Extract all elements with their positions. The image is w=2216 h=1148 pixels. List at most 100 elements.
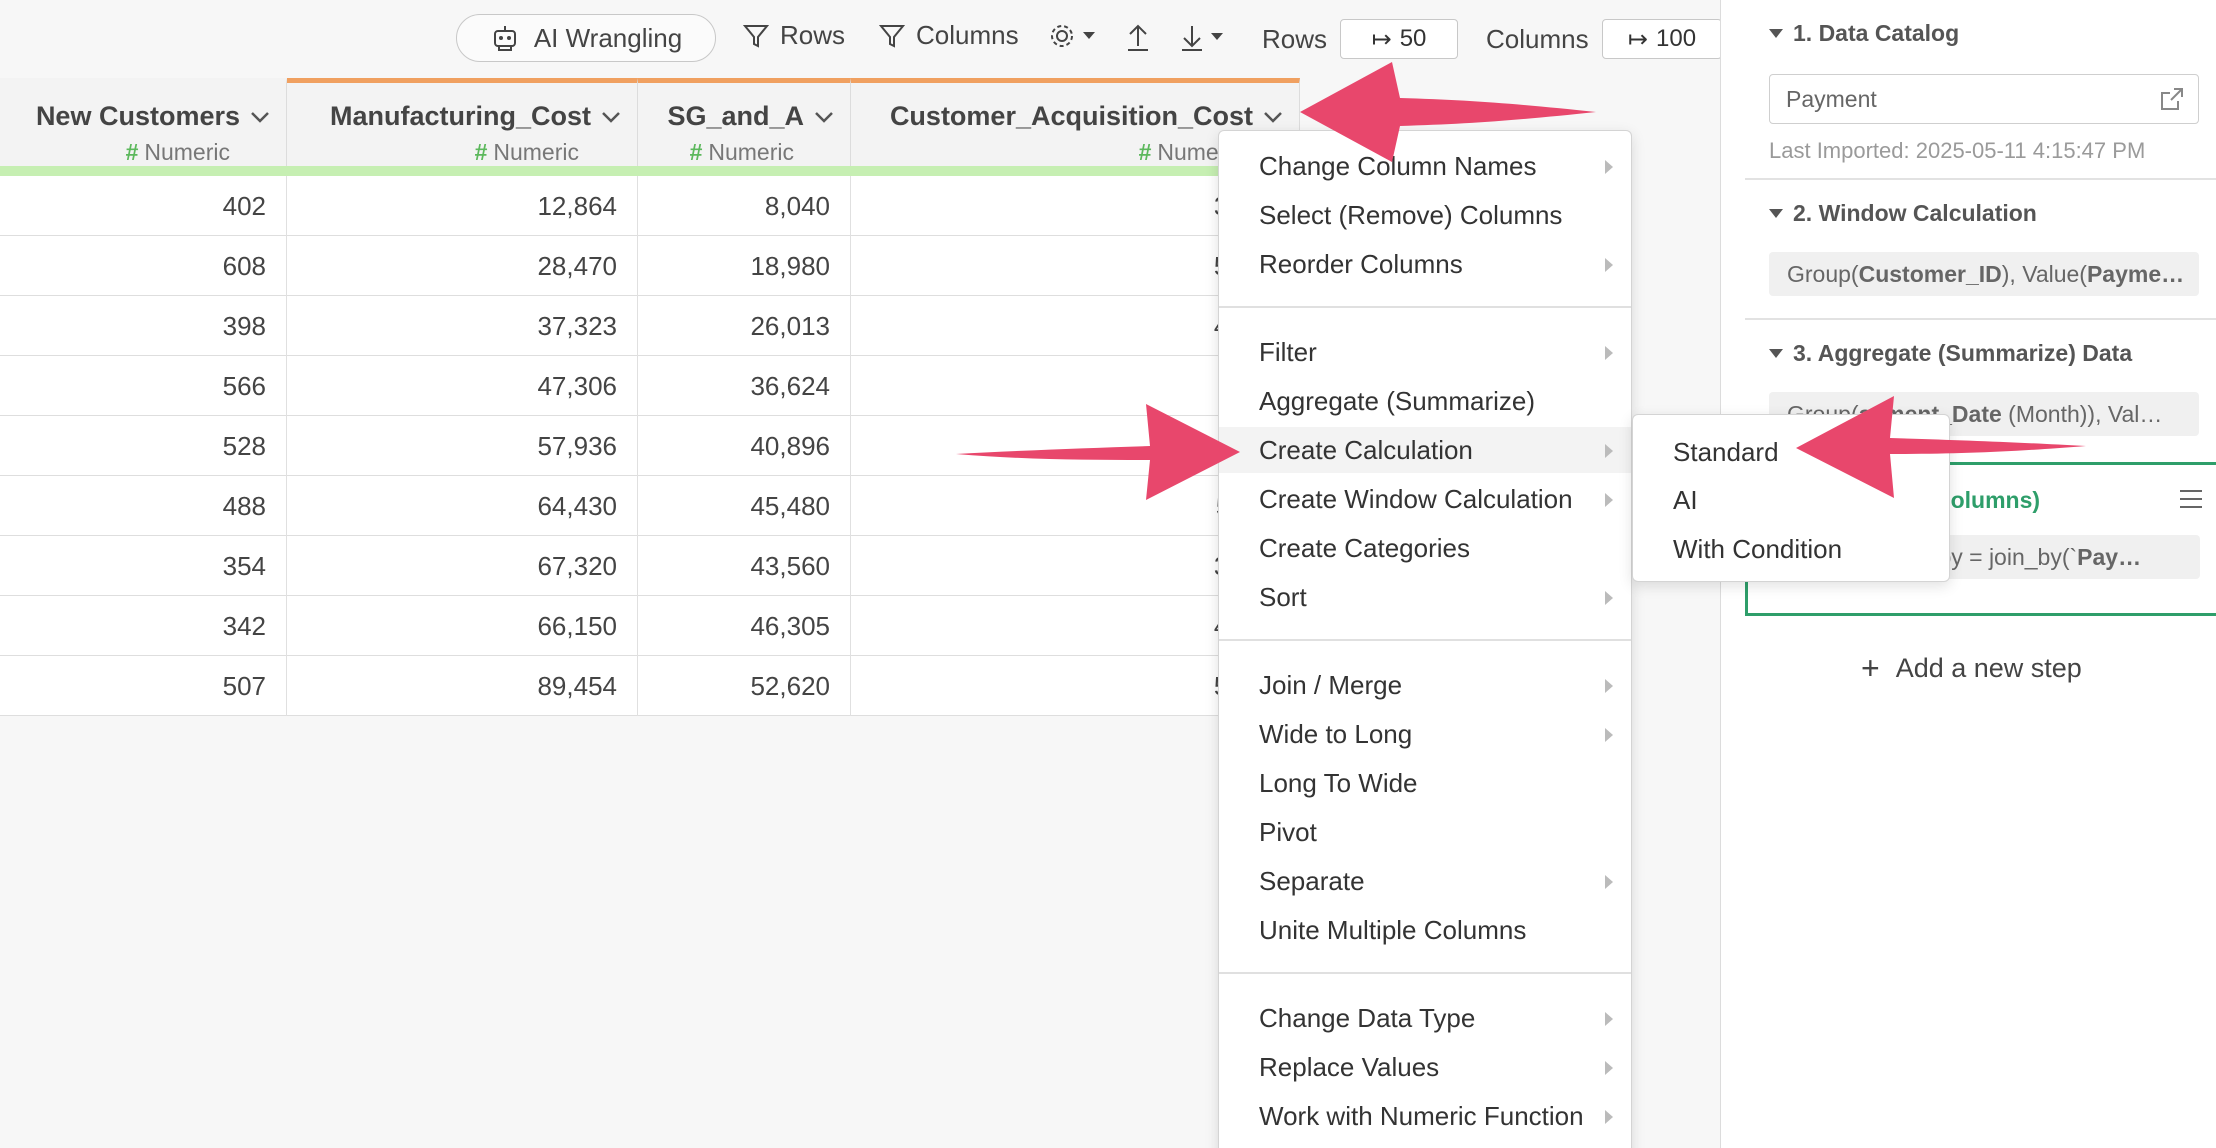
table-cell[interactable]: 52,620: [638, 656, 851, 716]
menu-item-wide-to-long[interactable]: Wide to Long: [1219, 711, 1631, 757]
gear-icon: [1051, 25, 1073, 47]
columns-filter-button[interactable]: Columns: [878, 20, 1019, 51]
table-cell[interactable]: 354: [0, 536, 287, 596]
table-cell[interactable]: 45,480: [638, 476, 851, 536]
column-header[interactable]: Manufacturing_Cost # Numeric: [287, 78, 638, 176]
step-3-title[interactable]: 3. Aggregate (Summarize) Data: [1769, 340, 2132, 367]
menu-item-work-with-numeric-function[interactable]: Work with Numeric Function: [1219, 1093, 1631, 1139]
menu-item-pivot[interactable]: Pivot: [1219, 809, 1631, 855]
menu-item-create-window-calculation[interactable]: Create Window Calculation: [1219, 476, 1631, 522]
menu-item-reorder-columns[interactable]: Reorder Columns: [1219, 241, 1631, 287]
menu-item-create-calculation[interactable]: Create Calculation: [1219, 427, 1631, 473]
menu-item-label: Separate: [1259, 866, 1365, 896]
table-row: 34266,15046,305400,9: [0, 596, 1300, 656]
table-cell[interactable]: 37,323: [287, 296, 638, 356]
table-cell[interactable]: 342: [0, 596, 287, 656]
menu-item-label: Create Categories: [1259, 533, 1470, 563]
table-cell[interactable]: 12,864: [287, 176, 638, 236]
table-cell[interactable]: 36,624: [638, 356, 851, 416]
chevron-down-icon[interactable]: [1261, 105, 1285, 129]
import-dropdown-button[interactable]: [1180, 22, 1224, 52]
menu-item-label: Change Data Type: [1259, 1003, 1476, 1033]
step-2-title[interactable]: 2. Window Calculation: [1769, 200, 2037, 227]
table-cell[interactable]: 398: [0, 296, 287, 356]
table-cell[interactable]: 8,040: [638, 176, 851, 236]
submenu-arrow-icon: [1605, 679, 1613, 693]
hash-icon: #: [125, 139, 139, 165]
chevron-down-icon[interactable]: [599, 105, 623, 129]
chevron-down-icon[interactable]: [248, 105, 272, 129]
menu-item-filter[interactable]: Filter: [1219, 329, 1631, 375]
menu-item-create-categories[interactable]: Create Categories: [1219, 525, 1631, 571]
arrow-right-bar-icon: ↦: [1627, 25, 1649, 53]
menu-item-label: Create Window Calculation: [1259, 484, 1573, 514]
menu-item-join-merge[interactable]: Join / Merge: [1219, 662, 1631, 708]
menu-item-label: Change Column Names: [1259, 151, 1537, 181]
table-cell[interactable]: 47,306: [287, 356, 638, 416]
menu-item-aggregate-summarize[interactable]: Aggregate (Summarize): [1219, 378, 1631, 424]
collapse-triangle-icon[interactable]: [1769, 29, 1783, 38]
menu-item-sort[interactable]: Sort: [1219, 574, 1631, 620]
menu-item-long-to-wide[interactable]: Long To Wide: [1219, 760, 1631, 806]
table-cell[interactable]: 26,013: [638, 296, 851, 356]
data-catalog-input[interactable]: Payment: [1769, 74, 2199, 124]
table-cell[interactable]: 28,470: [287, 236, 638, 296]
table-cell[interactable]: 608: [0, 236, 287, 296]
column-type-label: Numeric: [144, 139, 230, 165]
external-link-icon[interactable]: [2158, 85, 2186, 113]
submenu-arrow-icon: [1605, 1061, 1613, 1075]
settings-dropdown-button[interactable]: [1048, 22, 1096, 50]
table-cell[interactable]: 67,320: [287, 536, 638, 596]
table-cell[interactable]: 89,454: [287, 656, 638, 716]
column-header[interactable]: New Customers # Numeric: [0, 78, 287, 176]
table-cell[interactable]: 18,980: [638, 236, 851, 296]
menu-item-separate[interactable]: Separate: [1219, 858, 1631, 904]
table-cell[interactable]: 566: [0, 356, 287, 416]
step-2-summary[interactable]: Group(Customer_ID), Value(Payme…: [1769, 252, 2199, 296]
rows-count-button[interactable]: ↦ 50: [1340, 19, 1458, 59]
step-1-title[interactable]: 1. Data Catalog: [1769, 20, 1959, 47]
menu-item-label: Long To Wide: [1259, 768, 1418, 798]
menu-separator: [1219, 306, 1631, 308]
menu-item-change-data-type[interactable]: Change Data Type: [1219, 995, 1631, 1041]
upload-icon: [1128, 24, 1148, 51]
divider: [1745, 318, 2216, 320]
menu-item-replace-values[interactable]: Replace Values: [1219, 1044, 1631, 1090]
table-cell[interactable]: 46,305: [638, 596, 851, 656]
submenu-item-with-condition[interactable]: With Condition: [1633, 526, 1949, 572]
table-cell[interactable]: 40,896: [638, 416, 851, 476]
collapse-triangle-icon[interactable]: [1769, 209, 1783, 218]
step-2-text: Group(: [1787, 261, 1859, 287]
menu-item-unite-multiple-columns[interactable]: Unite Multiple Columns: [1219, 907, 1631, 953]
menu-item-label: Replace Values: [1259, 1052, 1440, 1082]
add-step-button[interactable]: + Add a new step: [1861, 650, 2082, 687]
submenu-item-ai[interactable]: AI: [1633, 477, 1949, 523]
arrow-right-bar-icon: ↦: [1371, 25, 1392, 53]
export-button[interactable]: [1126, 22, 1150, 52]
table-cell[interactable]: 64,430: [287, 476, 638, 536]
rows-filter-button[interactable]: Rows: [742, 20, 845, 51]
chevron-down-icon[interactable]: [812, 105, 836, 129]
table-cell[interactable]: 57,936: [287, 416, 638, 476]
table-row: 50789,45452,620594,3: [0, 656, 1300, 716]
column-header[interactable]: SG_and_A # Numeric: [638, 78, 851, 176]
column-type-label: Numeric: [708, 139, 794, 165]
column-quality-bar: [0, 166, 1260, 176]
hash-icon: #: [1138, 139, 1152, 165]
ai-wrangling-label: AI Wrangling: [533, 22, 683, 53]
columns-count-button[interactable]: ↦ 100: [1602, 19, 1722, 59]
table-cell[interactable]: 507: [0, 656, 287, 716]
table-cell[interactable]: 66,150: [287, 596, 638, 656]
submenu-item-standard[interactable]: Standard: [1633, 429, 1949, 475]
ai-wrangling-button[interactable]: AI Wrangling: [456, 14, 716, 62]
table-cell[interactable]: 528: [0, 416, 287, 476]
menu-item-select-remove-columns[interactable]: Select (Remove) Columns: [1219, 192, 1631, 238]
plus-icon: +: [1861, 650, 1880, 686]
menu-item-label: Create Calculation: [1259, 435, 1473, 465]
collapse-triangle-icon[interactable]: [1769, 349, 1783, 358]
table-cell[interactable]: 488: [0, 476, 287, 536]
hamburger-menu-icon[interactable]: [2177, 487, 2205, 511]
menu-item-change-column-names[interactable]: Change Column Names: [1219, 143, 1631, 189]
table-cell[interactable]: 402: [0, 176, 287, 236]
table-cell[interactable]: 43,560: [638, 536, 851, 596]
